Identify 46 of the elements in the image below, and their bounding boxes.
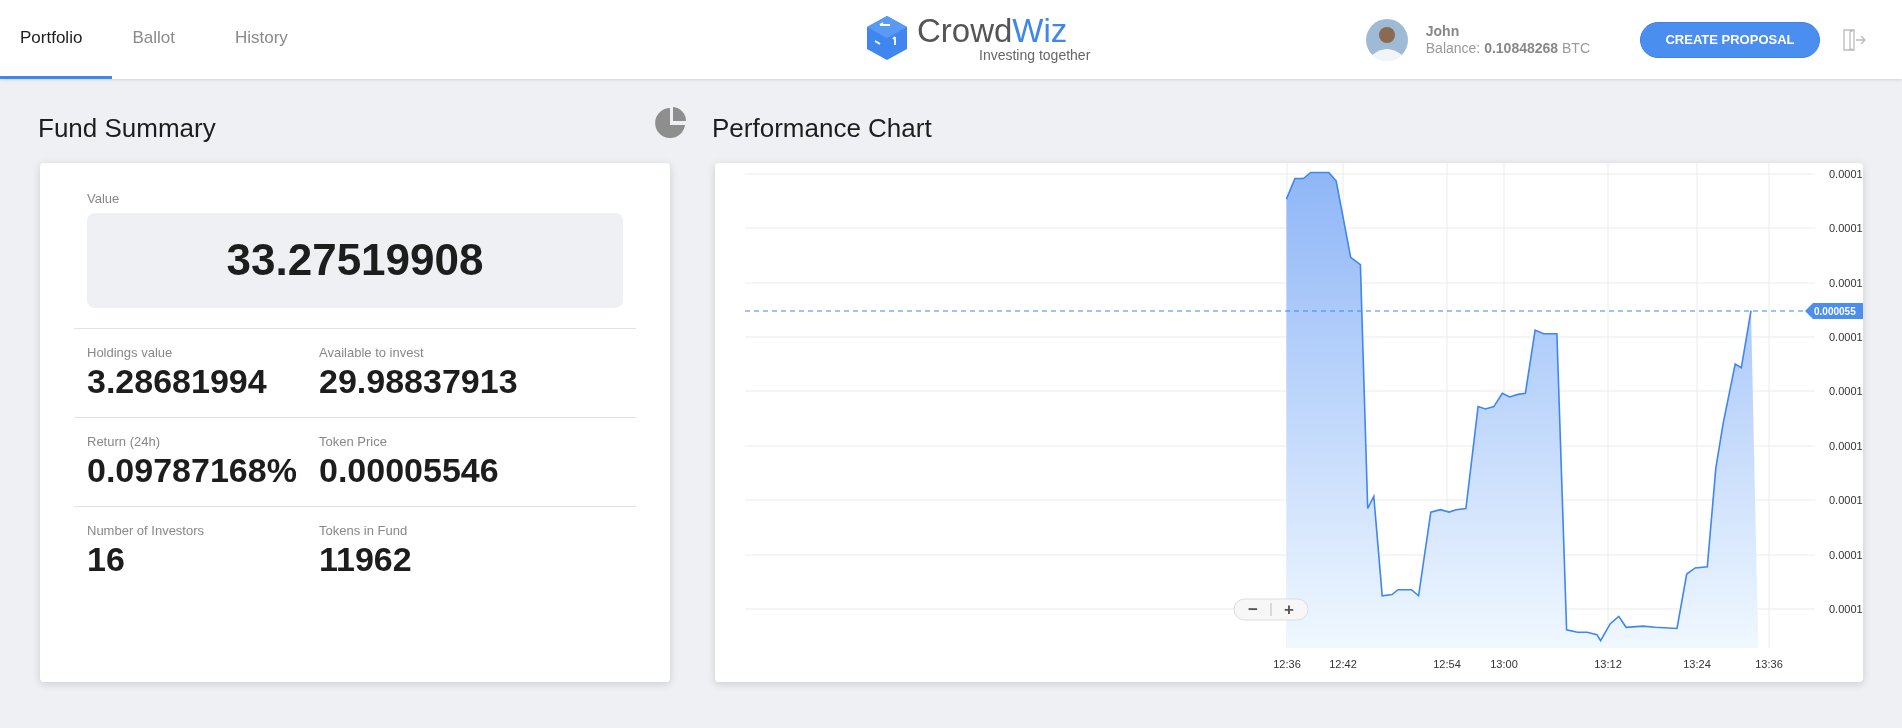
y-axis-label: 0.0001 — [1829, 440, 1863, 452]
stat-label: Tokens in Fund — [319, 521, 409, 540]
create-proposal-button[interactable]: CREATE PROPOSAL — [1640, 21, 1820, 58]
stat-label: Return (24h) — [87, 432, 161, 451]
balance-text: Balance: 0.10848268 BTC — [1425, 39, 1590, 57]
user-name: John — [1425, 22, 1461, 40]
stat-value: 16 — [87, 540, 126, 578]
tagline: Investing together — [979, 48, 1091, 62]
x-axis-label: 12:36 — [1273, 658, 1301, 670]
y-axis-label: 0.0001 — [1829, 277, 1863, 289]
logout-icon[interactable] — [1842, 28, 1866, 51]
stat-value: 0.00005546 — [319, 451, 500, 489]
x-axis-label: 13:00 — [1490, 658, 1518, 670]
y-axis-label: 0.0001 — [1829, 168, 1863, 180]
x-axis-label: 13:12 — [1594, 658, 1622, 670]
zoom-control[interactable]: − + — [1233, 598, 1309, 621]
fund-value: 33.27519908 — [87, 212, 623, 308]
y-axis-label: 0.0001 — [1829, 549, 1863, 561]
value-label: Value — [87, 190, 121, 208]
y-axis-label: 0.0001 — [1829, 331, 1863, 343]
nav-tab[interactable]: Portfolio — [0, 0, 113, 79]
price-tag: 0.000055 — [1805, 303, 1863, 319]
x-axis-label: 13:24 — [1683, 658, 1711, 670]
cube-logo-icon — [865, 15, 909, 61]
x-axis-label: 12:54 — [1433, 658, 1461, 670]
stat-label: Number of Investors — [87, 521, 206, 540]
stat-label: Available to invest — [319, 343, 425, 362]
stat-value: 0.09787168% — [87, 451, 298, 489]
section-title: Performance Chart — [712, 111, 932, 145]
stat-label: Token Price — [319, 432, 388, 451]
y-axis-label: 0.0001 — [1829, 222, 1863, 234]
brand-name: CrowdWiz — [917, 14, 1069, 48]
stat-value: 29.98837913 — [319, 362, 519, 400]
y-axis-label: 0.0001 — [1829, 494, 1863, 506]
section-title: Fund Summary — [38, 111, 216, 145]
stat-value: 3.28681994 — [87, 362, 268, 400]
avatar — [1365, 18, 1408, 61]
pie-chart-icon[interactable] — [654, 106, 688, 140]
stat-value: 11962 — [319, 540, 413, 578]
x-axis-label: 12:42 — [1329, 658, 1357, 670]
stat-label: Holdings value — [87, 343, 174, 362]
y-axis-label: 0.0001 — [1829, 603, 1863, 615]
y-axis-label: 0.0001 — [1829, 385, 1863, 397]
x-axis-label: 13:36 — [1755, 658, 1783, 670]
nav-tab[interactable]: Ballot — [112, 0, 215, 79]
nav-tab[interactable]: History — [214, 0, 308, 79]
